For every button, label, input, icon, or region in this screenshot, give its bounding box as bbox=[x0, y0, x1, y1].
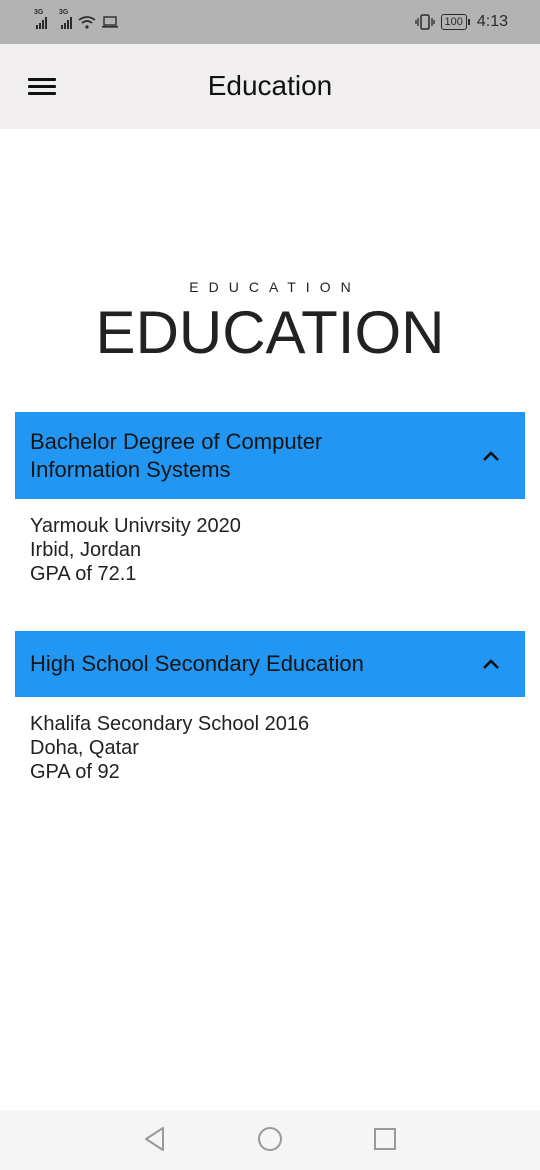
panel-title: Bachelor Degree of Computer Information … bbox=[30, 428, 323, 482]
section-title: EDUCATION bbox=[95, 299, 445, 366]
panel-body-high-school: Khalifa Secondary School 2016 Doha, Qata… bbox=[30, 712, 309, 784]
signal-icon: 3G bbox=[59, 9, 72, 29]
battery-icon: 100 bbox=[440, 14, 471, 30]
status-right: 100 4:13 bbox=[414, 13, 508, 31]
wifi-icon bbox=[78, 16, 96, 29]
network-type: 3G bbox=[34, 9, 44, 16]
recents-icon[interactable] bbox=[373, 1126, 397, 1152]
back-icon[interactable] bbox=[143, 1126, 167, 1152]
laptop-icon bbox=[102, 16, 118, 28]
chevron-up-icon[interactable] bbox=[481, 446, 501, 466]
panel-header-high-school[interactable]: High School Secondary Education bbox=[15, 631, 525, 697]
section-overline: EDUCATION bbox=[189, 279, 361, 295]
app-bar: Education bbox=[0, 44, 540, 129]
clock: 4:13 bbox=[476, 13, 508, 30]
status-bar: 3G 3G 100 4:13 bbox=[0, 0, 540, 44]
system-nav-bar bbox=[0, 1110, 540, 1170]
signal-icon: 3G bbox=[34, 9, 47, 29]
chevron-up-icon[interactable] bbox=[481, 654, 501, 674]
home-icon[interactable] bbox=[257, 1126, 283, 1152]
network-type: 3G bbox=[59, 9, 69, 16]
panel-title: High School Secondary Education bbox=[30, 651, 364, 676]
vibrate-icon bbox=[414, 14, 435, 30]
panel-line: Irbid, Jordan bbox=[30, 539, 142, 561]
panel-line: Khalifa Secondary School 2016 bbox=[30, 713, 310, 735]
panel-line: Yarmouk Univrsity 2020 bbox=[30, 515, 241, 537]
panel-body-bachelor: Yarmouk Univrsity 2020 Irbid, Jordan GPA… bbox=[30, 514, 241, 586]
app-bar-title: Education bbox=[207, 70, 333, 101]
status-left: 3G 3G bbox=[34, 9, 118, 29]
panel-line: GPA of 72.1 bbox=[30, 563, 137, 585]
panel-line: Doha, Qatar bbox=[30, 737, 139, 759]
panel-header-bachelor[interactable]: Bachelor Degree of Computer Information … bbox=[15, 412, 525, 499]
panel-line: GPA of 92 bbox=[30, 761, 120, 783]
